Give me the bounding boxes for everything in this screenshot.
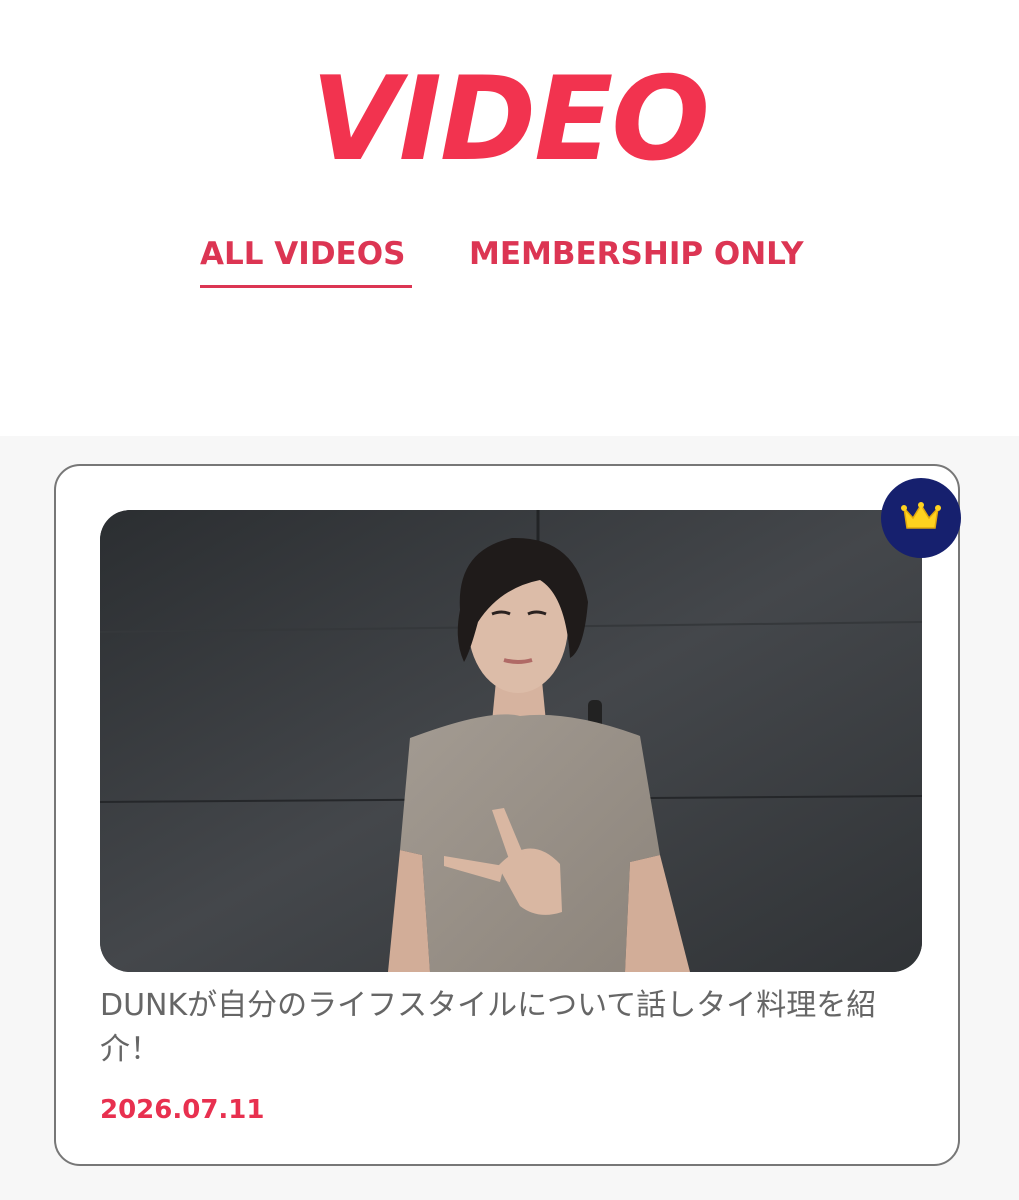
video-tabs: ALL VIDEOS MEMBERSHIP ONLY — [0, 230, 1019, 290]
membership-badge — [881, 478, 961, 558]
crown-icon — [901, 502, 941, 529]
page-title: VIDEO — [310, 52, 710, 187]
video-page: VIDEO ALL VIDEOS MEMBERSHIP ONLY DUNKが自分… — [0, 0, 1019, 1200]
tab-all-videos[interactable]: ALL VIDEOS — [200, 230, 412, 288]
video-list: DUNKが自分のライフスタイルについて話しタイ料理を紹介！ 2026.07.11 — [0, 436, 1019, 1200]
video-date: 2026.07.11 — [100, 1095, 265, 1125]
video-title[interactable]: DUNKが自分のライフスタイルについて話しタイ料理を紹介！ — [100, 984, 930, 1072]
tab-all-videos-label: ALL VIDEOS — [200, 236, 406, 272]
tab-membership-only-label: MEMBERSHIP ONLY — [469, 236, 804, 272]
video-thumbnail[interactable] — [100, 510, 922, 972]
tab-membership-only[interactable]: MEMBERSHIP ONLY — [469, 230, 821, 288]
active-tab-underline — [200, 285, 412, 288]
video-card[interactable]: DUNKが自分のライフスタイルについて話しタイ料理を紹介！ 2026.07.11 — [54, 464, 961, 1166]
page-header: VIDEO ALL VIDEOS MEMBERSHIP ONLY — [0, 0, 1019, 436]
